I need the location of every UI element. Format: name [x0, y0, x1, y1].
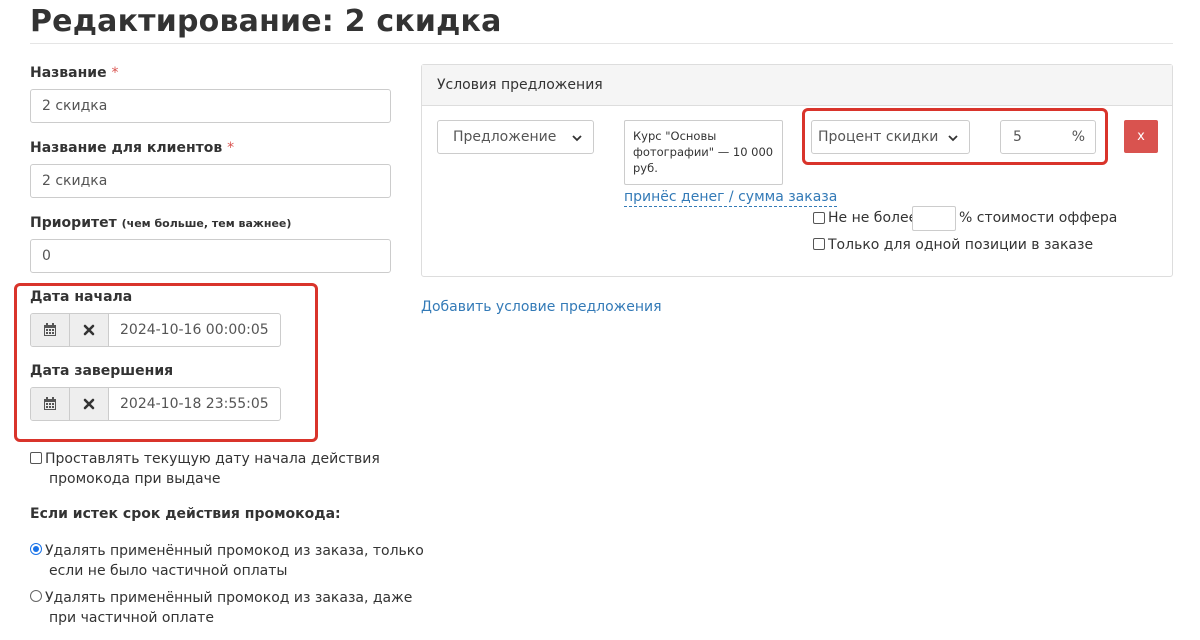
name-input[interactable]: 2 скидка: [30, 89, 391, 123]
expired-option-1-line2: если не было частичной оплаты: [49, 563, 288, 579]
single-position-checkbox[interactable]: [813, 238, 825, 250]
set-current-date-checkbox[interactable]: [30, 452, 42, 464]
priority-input[interactable]: 0: [30, 239, 391, 273]
max-percent-label-after: % стоимости оффера: [959, 210, 1118, 226]
required-mark: *: [111, 65, 119, 81]
client-name-input-value: 2 скидка: [42, 173, 108, 189]
max-percent-checkbox[interactable]: [813, 212, 825, 224]
expired-option-1-line1: Удалять применённый промокод из заказа, …: [45, 543, 424, 559]
title-divider: [30, 43, 1173, 44]
max-percent-input[interactable]: [912, 206, 956, 231]
set-current-date-label-line2: промокода при выдаче: [49, 471, 221, 487]
client-name-input[interactable]: 2 скидка: [30, 164, 391, 198]
expired-label: Если истек срок действия промокода:: [30, 506, 341, 522]
dates-highlight-frame: [14, 283, 318, 442]
expired-option-2-line1: Удалять применённый промокод из заказа, …: [45, 590, 413, 606]
name-label-text: Название: [30, 65, 107, 81]
client-name-label-text: Название для клиентов: [30, 140, 223, 156]
chevron-down-icon: [572, 135, 582, 142]
remove-condition-button[interactable]: x: [1124, 120, 1158, 153]
discount-highlight-frame: [802, 108, 1108, 165]
name-input-value: 2 скидка: [42, 98, 108, 114]
offer-description: Курс "Основы фотографии" — 10 000 руб.: [624, 120, 783, 185]
page-title: Редактирование: 2 скидка: [30, 4, 502, 39]
set-current-date-label-line1: Проставлять текущую дату начала действия: [45, 451, 380, 467]
priority-hint: (чем больше, тем важнее): [121, 217, 292, 230]
offer-conditions-header: Условия предложения: [422, 65, 1172, 106]
condition-type-value: Предложение: [453, 129, 557, 145]
condition-type-select[interactable]: Предложение: [437, 120, 594, 154]
priority-label-text: Приоритет: [30, 215, 117, 231]
single-position-label: Только для одной позиции в заказе: [828, 237, 1094, 253]
expired-option-1-radio[interactable]: [30, 543, 42, 555]
expired-option-2-line2: при частичной оплате: [49, 610, 214, 626]
name-label: Название *: [30, 65, 118, 81]
client-name-label: Название для клиентов *: [30, 140, 234, 156]
max-percent-label-before: Не не более: [828, 210, 918, 226]
revenue-link[interactable]: принёс денег / сумма заказа: [624, 188, 838, 207]
priority-input-value: 0: [42, 248, 51, 264]
add-condition-link[interactable]: Добавить условие предложения: [421, 299, 662, 315]
expired-option-2-radio[interactable]: [30, 590, 42, 602]
priority-label: Приоритет (чем больше, тем важнее): [30, 215, 291, 231]
required-mark: *: [227, 140, 235, 156]
